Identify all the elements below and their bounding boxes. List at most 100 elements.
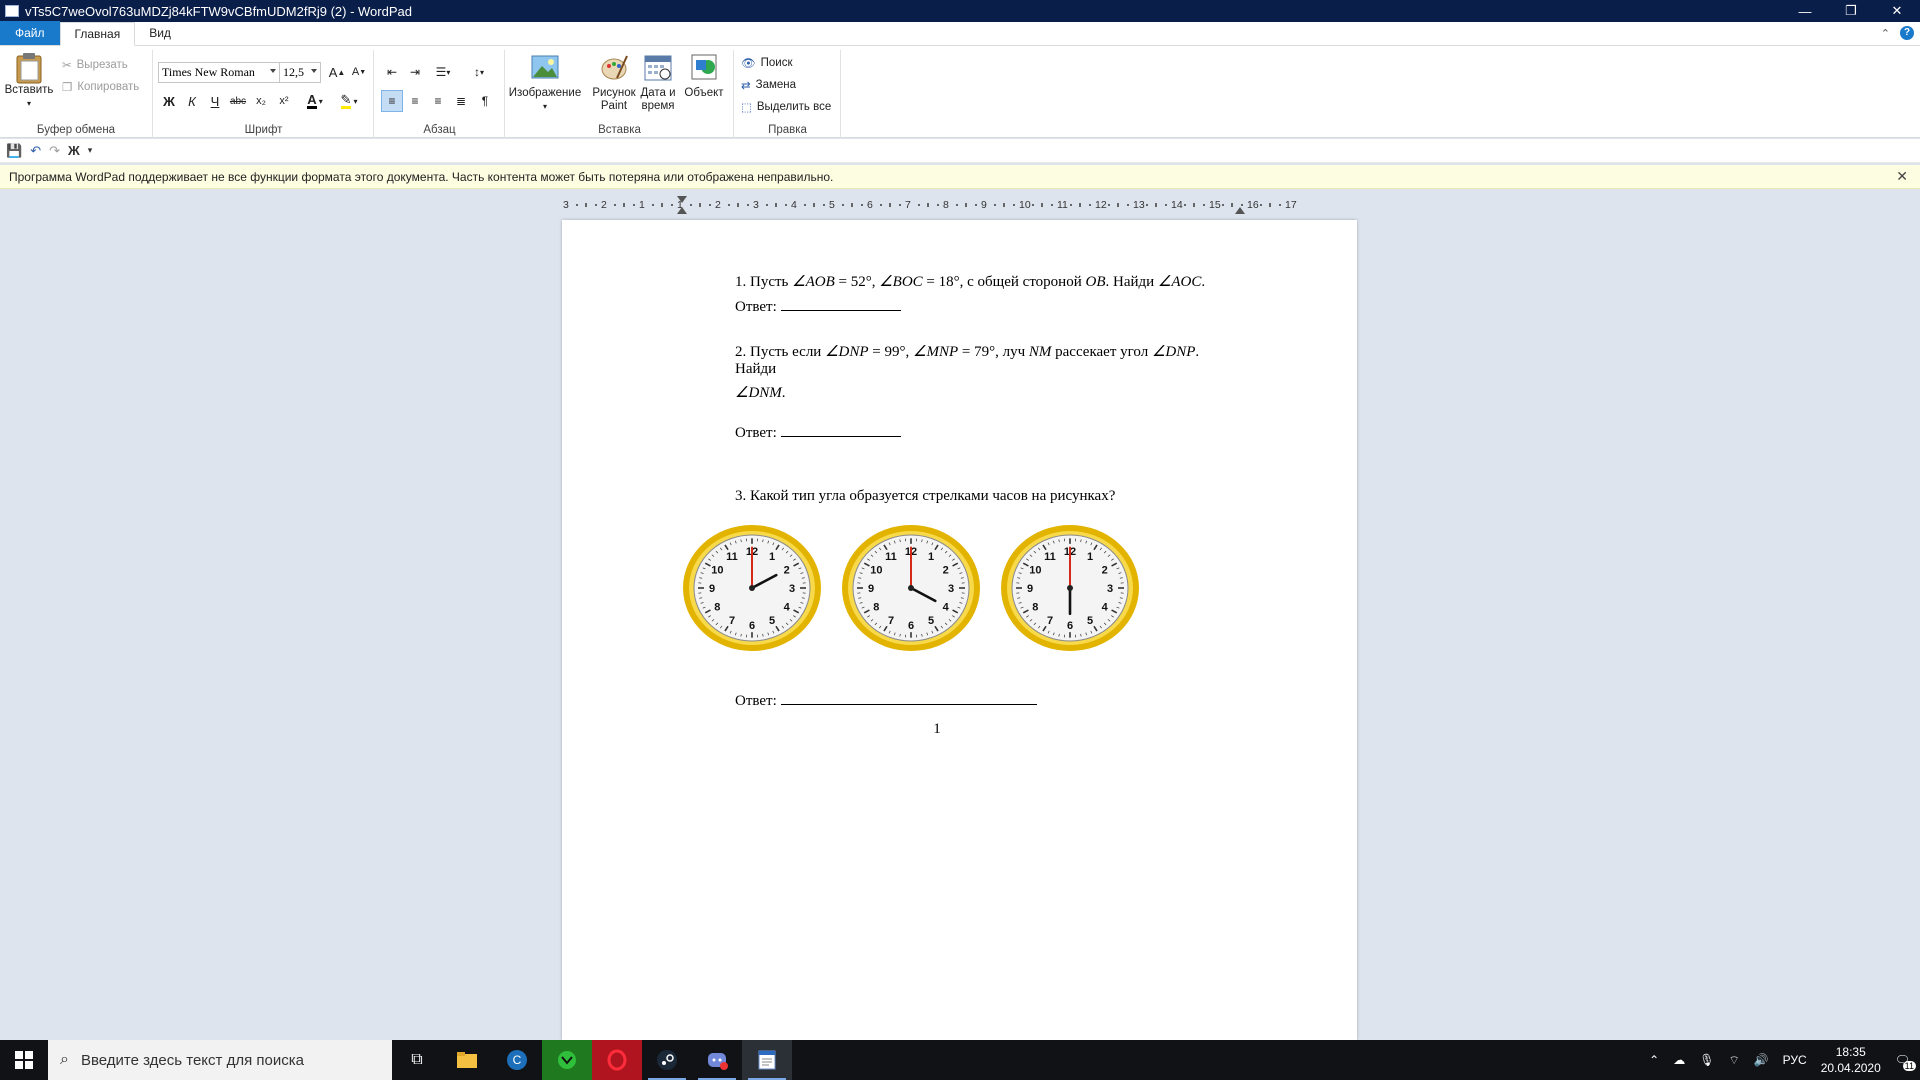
- ccleaner-icon[interactable]: C: [492, 1040, 542, 1080]
- highlight-button[interactable]: ✎ ▾: [334, 90, 364, 112]
- font-size-select[interactable]: 12,5: [279, 62, 321, 83]
- copy-button[interactable]: ❐ Копировать: [62, 80, 139, 94]
- font-family-select[interactable]: Times New Roman: [158, 62, 280, 83]
- wordpad-taskbar-icon[interactable]: [742, 1040, 792, 1080]
- taskbar-search[interactable]: ⌕ Введите здесь текст для поиска: [48, 1040, 392, 1080]
- collapse-ribbon-icon[interactable]: ⌃: [1881, 27, 1890, 40]
- steam-icon[interactable]: [642, 1040, 692, 1080]
- opera-icon[interactable]: [592, 1040, 642, 1080]
- show-hidden-icons-icon[interactable]: ⌃: [1649, 1053, 1659, 1067]
- copy-label: Копировать: [77, 81, 140, 93]
- select-all-button[interactable]: ⬚ Выделить все: [741, 100, 831, 114]
- ruler-label: 3: [753, 199, 759, 211]
- italic-button[interactable]: К: [181, 90, 203, 112]
- ruler-dot: [822, 204, 825, 206]
- infobar-close-icon[interactable]: ✕: [1896, 168, 1908, 185]
- align-left-button[interactable]: ≡: [381, 90, 403, 112]
- ruler-dot: [632, 204, 635, 206]
- clock-center-pin: [908, 585, 914, 591]
- underline-button[interactable]: Ч: [204, 90, 226, 112]
- subscript-button[interactable]: x₂: [250, 90, 272, 112]
- ruler-label: 9: [981, 199, 987, 211]
- restore-button[interactable]: ❐: [1828, 0, 1874, 22]
- ruler-label: 15: [1209, 199, 1221, 211]
- close-button[interactable]: ✕: [1874, 0, 1920, 22]
- undo-icon[interactable]: ↶: [30, 143, 41, 159]
- tab-home[interactable]: Главная: [59, 22, 136, 46]
- minimize-button[interactable]: —: [1782, 0, 1828, 22]
- ruler[interactable]: 3 2 1 1 2 3 4 5 6 7 8 9 10 11 12 13 14 15 16 17: [562, 196, 1356, 214]
- ruler-label: 17: [1285, 199, 1297, 211]
- shield-app-icon[interactable]: [542, 1040, 592, 1080]
- document-page[interactable]: 1. Пусть ∠AOB = 52°, ∠BOC = 18°, с общей…: [562, 220, 1357, 1040]
- ruler-dot: [917, 204, 920, 206]
- bold-quick-icon[interactable]: Ж: [68, 143, 80, 158]
- customize-qat-icon[interactable]: ▾: [88, 145, 93, 156]
- select-all-icon: ⬚: [741, 102, 752, 114]
- discord-icon[interactable]: [692, 1040, 742, 1080]
- onedrive-icon[interactable]: ☁: [1673, 1053, 1685, 1067]
- replace-label: Замена: [755, 79, 797, 91]
- clock-number: 3: [789, 583, 795, 595]
- justify-button[interactable]: ≣: [450, 90, 472, 112]
- notifications-icon[interactable]: 🗨 11: [1895, 1053, 1916, 1071]
- system-tray: ⌃ ☁ 🎙 ⌔ 🔊 РУС 18:35 20.04.2020 🗨 11: [1649, 1040, 1920, 1080]
- paste-button[interactable]: Вставить ▾: [5, 52, 53, 110]
- ruler-dot: [813, 203, 815, 207]
- datetime-label-1: Дата и: [640, 87, 676, 99]
- left-indent-marker[interactable]: [677, 207, 687, 214]
- save-icon[interactable]: 💾: [6, 143, 22, 159]
- bold-button[interactable]: Ж: [158, 90, 180, 112]
- answer-2: Ответ:: [735, 423, 901, 442]
- task-view-icon[interactable]: ⧉: [392, 1040, 442, 1080]
- align-center-button[interactable]: ≡: [404, 90, 426, 112]
- first-line-indent-marker[interactable]: [677, 196, 687, 203]
- ruler-dot: [746, 204, 749, 206]
- tab-view[interactable]: Вид: [135, 21, 185, 45]
- decrease-indent-button[interactable]: ⇤: [381, 61, 403, 83]
- replace-button[interactable]: ⇄ Замена: [741, 78, 796, 92]
- volume-icon[interactable]: 🔊: [1754, 1053, 1769, 1067]
- ruler-dot: [1240, 204, 1243, 206]
- ruler-dot: [898, 204, 901, 206]
- date-time-button[interactable]: Дата и время: [638, 52, 678, 113]
- increase-indent-button[interactable]: ⇥: [404, 61, 426, 83]
- taskbar-clock[interactable]: 18:35 20.04.2020: [1821, 1044, 1881, 1076]
- page-number: 1: [933, 721, 941, 737]
- cut-button[interactable]: ✂ Вырезать: [62, 58, 128, 72]
- ruler-dot: [879, 204, 882, 206]
- ruler-dot: [1259, 204, 1262, 206]
- help-icon[interactable]: ?: [1900, 26, 1914, 40]
- microphone-icon[interactable]: 🎙: [1699, 1053, 1714, 1067]
- paint-drawing-button[interactable]: Рисунок Paint: [592, 52, 636, 113]
- network-icon[interactable]: ⌔: [1728, 1053, 1739, 1068]
- tab-file[interactable]: Файл: [0, 21, 60, 45]
- find-button[interactable]: 👁 Поиск: [741, 56, 792, 70]
- superscript-button[interactable]: x²: [273, 90, 295, 112]
- ruler-dot: [1183, 204, 1186, 206]
- bullet-list-button[interactable]: ☰ ▾: [428, 61, 458, 83]
- start-button[interactable]: [0, 1040, 48, 1080]
- clock-2: 121234567891011: [842, 525, 980, 651]
- file-explorer-icon[interactable]: [442, 1040, 492, 1080]
- paragraph-settings-button[interactable]: ¶: [474, 90, 496, 112]
- q1-eq1: = 52°,: [838, 274, 876, 290]
- insert-group: Изображение ▾ Рисунок Paint Дата и время: [506, 50, 734, 138]
- line-spacing-button[interactable]: ↕ ▾: [464, 61, 494, 83]
- datetime-label-2: время: [641, 100, 675, 112]
- language-indicator[interactable]: РУС: [1783, 1053, 1807, 1067]
- shrink-font-button[interactable]: A ▼: [348, 61, 370, 83]
- ruler-dot: [1269, 203, 1271, 207]
- text-color-button[interactable]: A ▾: [300, 90, 330, 112]
- search-icon: ⌕: [60, 1051, 69, 1068]
- insert-object-button[interactable]: Объект: [682, 52, 726, 100]
- ruler-dot: [1050, 204, 1053, 206]
- insert-group-label: Вставка: [598, 124, 641, 136]
- redo-icon[interactable]: ↷: [49, 143, 60, 159]
- insert-image-button[interactable]: Изображение ▾: [509, 52, 581, 113]
- grow-font-button[interactable]: A ▲: [326, 61, 348, 83]
- clock-number: 1: [769, 551, 775, 563]
- strikethrough-button[interactable]: abc: [227, 90, 249, 112]
- right-indent-marker[interactable]: [1235, 207, 1245, 214]
- align-right-button[interactable]: ≡: [427, 90, 449, 112]
